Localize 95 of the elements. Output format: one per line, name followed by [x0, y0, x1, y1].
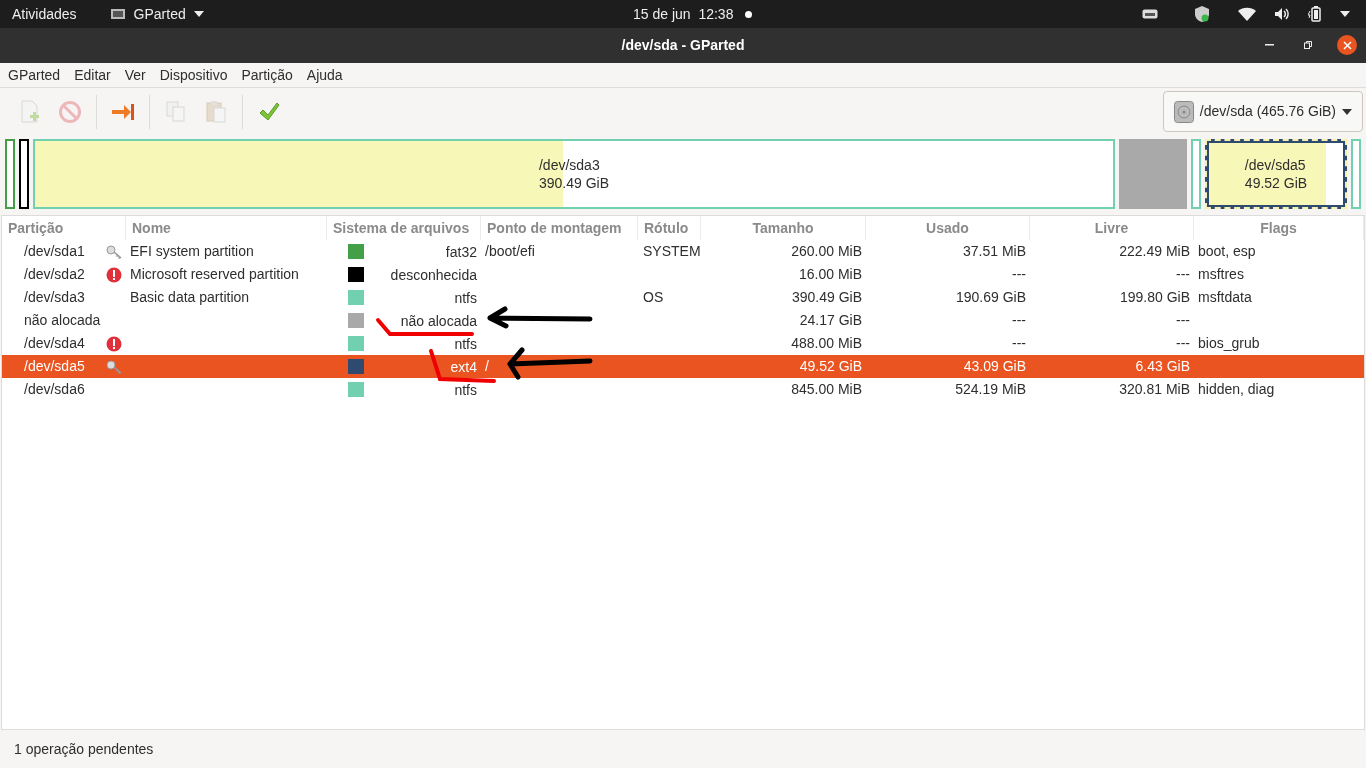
battery-icon — [1308, 6, 1322, 22]
table-cell: boot, esp — [1198, 243, 1256, 259]
table-cell: fat32 — [445, 243, 477, 260]
window-title: /dev/sda - GParted — [621, 36, 745, 55]
partition-row[interactable]: /dev/sda6 ntfs 845.00 MiB 524.19 MiB 320.81 MiB hidden, diag — [2, 378, 1364, 401]
table-cell: SYSTEM — [643, 243, 701, 259]
menu-item[interactable]: Editar — [67, 64, 118, 86]
table-cell-text: 488.00 MiB — [791, 334, 862, 353]
partition-segment[interactable]: /dev/sda5 49.52 GiB — [1205, 139, 1347, 209]
table-cell-text: /dev/sda5 — [24, 357, 85, 376]
app-menu[interactable]: GParted — [109, 3, 204, 25]
table-cell-text: 845.00 MiB — [791, 380, 862, 399]
shield-icon — [1194, 5, 1210, 23]
warning-icon — [106, 266, 122, 283]
partition-row[interactable]: /dev/sda1 EFI system partition fat32 /boot/efi SYSTEM 260.00 MiB 37.51 MiB 222.49 MiB boot, esp — [2, 240, 1364, 263]
clock[interactable]: 15 de jun 12:38 — [633, 3, 734, 25]
segment-name: /dev/sda3 — [538, 156, 600, 174]
table-cell: ntfs — [454, 335, 477, 352]
table-cell-text: 43.09 GiB — [963, 357, 1026, 376]
table-cell-text: 390.49 GiB — [791, 288, 862, 307]
segment-size: 49.52 GiB — [1244, 174, 1308, 192]
table-cell-text: 524.19 MiB — [955, 380, 1026, 399]
table-cell: bios_grub — [1198, 335, 1260, 351]
partition-row[interactable]: /dev/sda5 ext4 / 49.52 GiB 43.09 GiB 6.43 GiB — [2, 355, 1364, 378]
menu-item[interactable]: Ajuda — [299, 64, 350, 86]
menu-item[interactable]: Dispositivo — [152, 64, 235, 86]
table-cell-text: 49.52 GiB — [799, 357, 862, 376]
table-cell: ntfs — [454, 289, 477, 306]
close-button[interactable] — [1337, 35, 1357, 55]
table-cell: Microsoft reserved partition — [130, 266, 299, 282]
clipboard-icon — [205, 99, 227, 124]
table-cell-text: 24.17 GiB — [799, 311, 862, 330]
table-cell-text: /dev/sda3 — [24, 288, 85, 307]
table-cell: Basic data partition — [130, 289, 250, 305]
key-icon — [106, 244, 122, 259]
table-cell: hidden, diag — [1198, 381, 1275, 397]
table-cell-text: 320.81 MiB — [1119, 380, 1190, 399]
table-cell-text: /dev/sda1 — [24, 242, 85, 261]
table-cell-text: --- — [1176, 265, 1190, 284]
warning-icon — [106, 335, 122, 352]
table-cell-text: 222.49 MiB — [1119, 242, 1190, 261]
menu-item[interactable]: Partição — [234, 64, 300, 86]
wifi-icon — [1238, 7, 1256, 21]
table-cell-text: 190.69 GiB — [955, 288, 1026, 307]
hand-drawn-underline — [429, 349, 496, 383]
table-cell-text: 37.51 MiB — [962, 242, 1026, 261]
segment-name: /dev/sda5 — [1244, 156, 1306, 174]
column-header[interactable]: Usado — [866, 216, 1030, 240]
table-cell-text: não alocada — [24, 311, 101, 330]
table-cell-text: /dev/sda6 — [24, 380, 85, 399]
new-document-icon — [19, 99, 41, 124]
table-cell-text: /dev/sda2 — [24, 265, 85, 284]
table-cell-text: --- — [1012, 334, 1026, 353]
table-cell: não alocada — [400, 312, 477, 329]
partition-row[interactable]: /dev/sda2 Microsoft reserved partition desconhecida 16.00 MiB --- --- msftres — [2, 263, 1364, 286]
partition-row[interactable]: /dev/sda4 ntfs 488.00 MiB --- --- bios_grub — [2, 332, 1364, 355]
minimize-icon — [1264, 44, 1274, 46]
drive-icon — [1142, 9, 1158, 19]
table-cell: ntfs — [454, 381, 477, 398]
copy-icon — [165, 99, 187, 124]
partition-row[interactable]: /dev/sda3 Basic data partition ntfs OS 390.49 GiB 190.69 GiB 199.80 GiB msftdata — [2, 286, 1364, 309]
caret-icon — [1342, 108, 1352, 115]
partition-segment[interactable]: /dev/sda3 390.49 GiB — [33, 139, 1115, 209]
table-cell: ext4 — [450, 358, 477, 375]
table-cell-text: /dev/sda4 — [24, 334, 85, 353]
table-cell-text: --- — [1176, 311, 1190, 330]
table-cell-text: --- — [1012, 311, 1026, 330]
table-cell: EFI system partition — [130, 243, 254, 259]
table-cell: desconhecida — [390, 266, 477, 283]
table-cell-text: --- — [1012, 265, 1026, 284]
table-cell-text: 6.43 GiB — [1135, 357, 1190, 376]
table-cell: OS — [643, 289, 664, 305]
volume-icon — [1274, 7, 1290, 21]
table-cell-text: 199.80 GiB — [1119, 288, 1190, 307]
menu-item[interactable]: GParted — [1, 64, 68, 86]
restore-icon — [1304, 41, 1312, 49]
close-icon — [1342, 40, 1352, 50]
partition-segment[interactable] — [19, 139, 29, 209]
segment-size: 390.49 GiB — [538, 174, 610, 192]
activities-button[interactable]: Atividades — [12, 3, 77, 25]
table-cell: /boot/efi — [485, 243, 535, 259]
caret-icon — [1340, 11, 1350, 17]
menu-item[interactable]: Ver — [117, 64, 153, 86]
table-cell-text: --- — [1176, 334, 1190, 353]
partition-row[interactable]: não alocada não alocada 24.17 GiB --- --- — [2, 309, 1364, 332]
status-text: 1 operação pendentes — [14, 739, 154, 759]
table-cell: msftdata — [1198, 289, 1252, 305]
prohibited-icon — [58, 99, 82, 124]
table-cell-text: 16.00 MiB — [798, 265, 862, 284]
key-icon — [106, 359, 122, 374]
table-cell: msftres — [1198, 266, 1244, 282]
caret-icon — [193, 11, 204, 17]
table-cell-text: 260.00 MiB — [791, 242, 862, 261]
device-dropdown[interactable]: /dev/sda (465.76 GiB) — [1162, 91, 1363, 132]
table-cell: / — [485, 358, 489, 374]
